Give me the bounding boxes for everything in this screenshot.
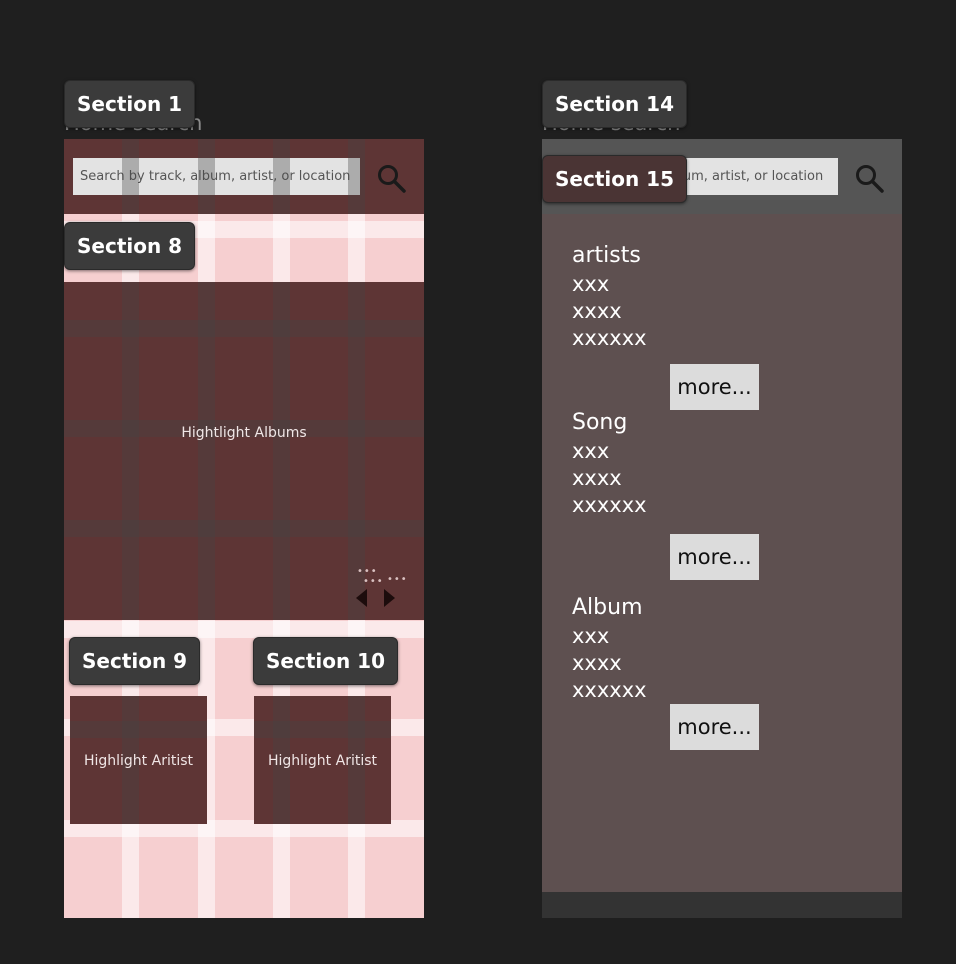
search-results-frame: lbum, artist, or location artists xxx xx… [542, 139, 902, 918]
highlight-albums-carousel[interactable]: Hightlight Albums ••• ••• ••• [64, 282, 424, 620]
results-heading-song: Song [572, 410, 628, 435]
section-10-label[interactable]: Section 10 [253, 637, 399, 685]
search-input[interactable]: lbum, artist, or location [665, 158, 838, 195]
result-item[interactable]: xxx [572, 272, 609, 296]
section-15-label[interactable]: Section 15 [542, 155, 688, 203]
result-item[interactable]: xxxx [572, 299, 622, 323]
highlight-artist-card[interactable]: Highlight Aritist [254, 696, 391, 824]
results-heading-album: Album [572, 595, 643, 620]
section-14-label[interactable]: Section 14 [542, 80, 688, 128]
layout-grid-row [64, 621, 424, 638]
result-item[interactable]: xxx [572, 439, 609, 463]
highlight-albums-label: Hightlight Albums [181, 425, 307, 441]
search-input[interactable] [73, 158, 360, 195]
more-artists-button[interactable]: more... [670, 364, 759, 410]
result-item[interactable]: xxxxxx [572, 326, 647, 350]
result-item[interactable]: xxxx [572, 651, 622, 675]
search-results-panel: artists xxx xxxx xxxxxx more... Song xxx… [542, 214, 902, 892]
highlight-artist-label: Highlight Aritist [267, 753, 378, 769]
more-dots-icon: ••• [357, 566, 378, 577]
section-1-label[interactable]: Section 1 [64, 80, 196, 128]
more-albums-button[interactable]: more... [670, 704, 759, 750]
highlight-artist-card[interactable]: Highlight Aritist [70, 696, 207, 824]
search-icon[interactable] [854, 163, 886, 195]
more-dots-icon: ••• [363, 576, 384, 587]
result-item[interactable]: xxx [572, 624, 609, 648]
section-9-label[interactable]: Section 9 [69, 637, 201, 685]
search-icon[interactable] [376, 163, 408, 195]
results-heading-artists: artists [572, 243, 641, 268]
prev-arrow-icon[interactable] [356, 589, 368, 611]
result-item[interactable]: xxxx [572, 466, 622, 490]
search-bar [64, 139, 424, 214]
more-dots-icon: ••• [387, 574, 408, 585]
section-8-label[interactable]: Section 8 [64, 222, 196, 270]
more-songs-button[interactable]: more... [670, 534, 759, 580]
highlight-artist-label: Highlight Aritist [83, 753, 194, 769]
result-item[interactable]: xxxxxx [572, 493, 647, 517]
next-arrow-icon[interactable] [383, 589, 395, 611]
result-item[interactable]: xxxxxx [572, 678, 647, 702]
